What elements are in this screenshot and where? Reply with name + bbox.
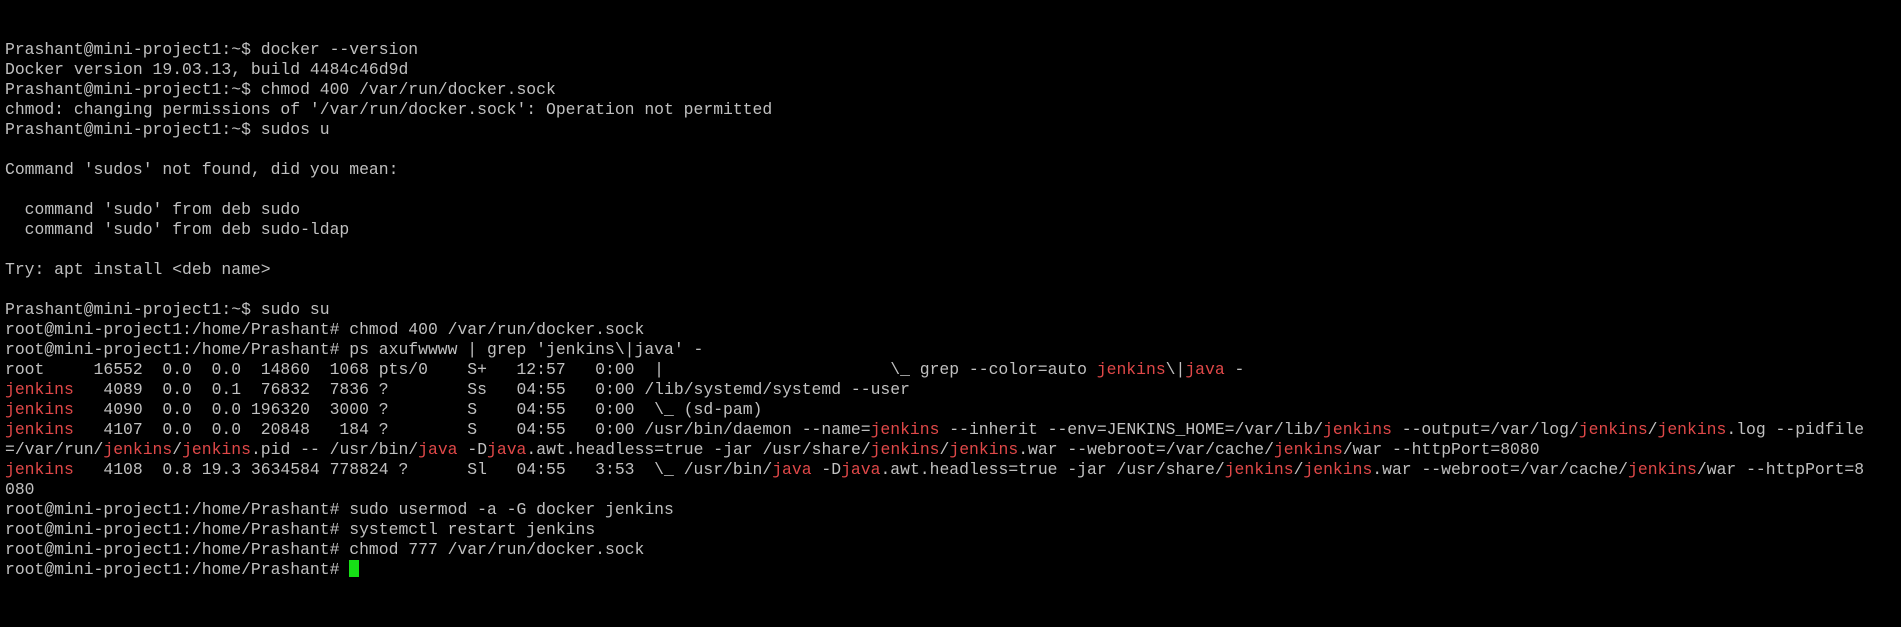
- terminal-text: Prashant@mini-project1:~$ sudos u: [5, 120, 330, 139]
- terminal-line: Prashant@mini-project1:~$ docker --versi…: [5, 40, 1901, 60]
- grep-match-text: jenkins: [1303, 460, 1373, 479]
- grep-match-text: java: [1185, 360, 1225, 379]
- grep-match-text: jenkins: [5, 460, 74, 479]
- terminal-text: 4090 0.0 0.0 196320 3000 ? S 04:55 0:00 …: [73, 400, 763, 419]
- terminal-line: command 'sudo' from deb sudo-ldap: [5, 220, 1901, 240]
- terminal-text: =/var/run/: [5, 440, 104, 459]
- terminal-text: 4107 0.0 0.0 20848 184 ? S 04:55 0:00 /u…: [73, 420, 871, 439]
- terminal-text: Command 'sudos' not found, did you mean:: [5, 160, 399, 179]
- terminal-text: .log --pidfile: [1726, 420, 1865, 439]
- terminal-text: root@mini-project1:/home/Prashant# syste…: [5, 520, 596, 539]
- terminal-output: Prashant@mini-project1:~$ docker --versi…: [5, 40, 1901, 580]
- grep-match-text: java: [487, 440, 527, 459]
- terminal-line: Prashant@mini-project1:~$ sudos u: [5, 120, 1901, 140]
- grep-match-text: jenkins: [1273, 440, 1343, 459]
- terminal-line: Prashant@mini-project1:~$ sudo su: [5, 300, 1901, 320]
- terminal-text: .war --webroot=/var/cache/: [1372, 460, 1629, 479]
- grep-match-text: jenkins: [1657, 420, 1727, 439]
- terminal-text: --output=/var/log/: [1391, 420, 1579, 439]
- terminal-line: jenkins 4089 0.0 0.1 76832 7836 ? Ss 04:…: [5, 380, 1901, 400]
- grep-match-text: jenkins: [5, 420, 74, 439]
- grep-match-text: jenkins: [1578, 420, 1648, 439]
- terminal-text: -D: [457, 440, 488, 459]
- grep-match-text: jenkins: [949, 440, 1019, 459]
- terminal-text: .awt.headless=true -jar /usr/share/: [526, 440, 871, 459]
- terminal-cursor[interactable]: [349, 560, 360, 577]
- terminal-line: root@mini-project1:/home/Prashant# ps ax…: [5, 340, 1901, 360]
- terminal-text: 4089 0.0 0.1 76832 7836 ? Ss 04:55 0:00 …: [73, 380, 910, 399]
- terminal-line: root@mini-project1:/home/Prashant# sudo …: [5, 500, 1901, 520]
- terminal-line: root@mini-project1:/home/Prashant#: [5, 560, 1901, 580]
- terminal-text: chmod: changing permissions of '/var/run…: [5, 100, 773, 119]
- terminal-text: root@mini-project1:/home/Prashant# sudo …: [5, 500, 674, 519]
- terminal-line: jenkins 4090 0.0 0.0 196320 3000 ? S 04:…: [5, 400, 1901, 420]
- terminal-text: root@mini-project1:/home/Prashant#: [5, 560, 350, 579]
- grep-match-text: jenkins: [870, 440, 940, 459]
- terminal-text: Prashant@mini-project1:~$ docker --versi…: [5, 40, 419, 59]
- terminal-text: /: [939, 440, 950, 459]
- grep-match-text: jenkins: [103, 440, 173, 459]
- terminal-text: /war --httpPort=8: [1696, 460, 1865, 479]
- terminal-text: Prashant@mini-project1:~$ sudo su: [5, 300, 330, 319]
- grep-match-text: jenkins: [1323, 420, 1392, 439]
- terminal-line: root 16552 0.0 0.0 14860 1068 pts/0 S+ 1…: [5, 360, 1901, 380]
- terminal-text: root@mini-project1:/home/Prashant# chmod…: [5, 540, 645, 559]
- grep-match-text: jenkins: [1224, 460, 1294, 479]
- terminal-text: 4108 0.8 19.3 3634584 778824 ? Sl 04:55 …: [73, 460, 773, 479]
- grep-match-text: jenkins: [870, 420, 940, 439]
- grep-match-text: jenkins: [1628, 460, 1697, 479]
- terminal-text: Prashant@mini-project1:~$ chmod 400 /var…: [5, 80, 556, 99]
- grep-match-text: java: [841, 460, 881, 479]
- grep-match-text: java: [772, 460, 812, 479]
- terminal-window[interactable]: Prashant@mini-project1:~$ docker --versi…: [0, 0, 1901, 627]
- terminal-text: Try: apt install <deb name>: [5, 260, 271, 279]
- terminal-text: root@mini-project1:/home/Prashant# chmod…: [5, 320, 645, 339]
- terminal-text: command 'sudo' from deb sudo-ldap: [5, 220, 350, 239]
- terminal-line: 080: [5, 480, 1901, 500]
- terminal-text: .war --webroot=/var/cache/: [1018, 440, 1274, 459]
- terminal-line: jenkins 4107 0.0 0.0 20848 184 ? S 04:55…: [5, 420, 1901, 440]
- terminal-text: root 16552 0.0 0.0 14860 1068 pts/0 S+ 1…: [5, 360, 1097, 379]
- grep-match-text: java: [418, 440, 458, 459]
- terminal-text: 080: [5, 480, 35, 499]
- grep-match-text: jenkins: [5, 380, 74, 399]
- terminal-line: root@mini-project1:/home/Prashant# chmod…: [5, 320, 1901, 340]
- terminal-line: =/var/run/jenkins/jenkins.pid -- /usr/bi…: [5, 440, 1901, 460]
- terminal-text: \|: [1165, 360, 1186, 379]
- terminal-line: jenkins 4108 0.8 19.3 3634584 778824 ? S…: [5, 460, 1901, 480]
- terminal-line: Docker version 19.03.13, build 4484c46d9…: [5, 60, 1901, 80]
- terminal-line: chmod: changing permissions of '/var/run…: [5, 100, 1901, 120]
- terminal-text: root@mini-project1:/home/Prashant# ps ax…: [5, 340, 704, 359]
- terminal-text: .awt.headless=true -jar /usr/share/: [880, 460, 1225, 479]
- terminal-text: -: [1224, 360, 1245, 379]
- terminal-text: /war --httpPort=8080: [1342, 440, 1540, 459]
- terminal-text: .pid -- /usr/bin/: [250, 440, 419, 459]
- terminal-text: /: [1293, 460, 1304, 479]
- terminal-text: --inherit --env=JENKINS_HOME=/var/lib/: [939, 420, 1324, 439]
- terminal-text: -D: [811, 460, 842, 479]
- terminal-text: /: [1647, 420, 1658, 439]
- terminal-text: command 'sudo' from deb sudo: [5, 200, 301, 219]
- terminal-line: Prashant@mini-project1:~$ chmod 400 /var…: [5, 80, 1901, 100]
- grep-match-text: jenkins: [182, 440, 251, 459]
- terminal-line: root@mini-project1:/home/Prashant# chmod…: [5, 540, 1901, 560]
- grep-match-text: jenkins: [1096, 360, 1166, 379]
- grep-match-text: jenkins: [5, 400, 74, 419]
- terminal-line: Try: apt install <deb name>: [5, 260, 1901, 280]
- terminal-line: command 'sudo' from deb sudo: [5, 200, 1901, 220]
- terminal-line: root@mini-project1:/home/Prashant# syste…: [5, 520, 1901, 540]
- terminal-text: Docker version 19.03.13, build 4484c46d9…: [5, 60, 409, 79]
- terminal-text: /: [172, 440, 183, 459]
- terminal-line: Command 'sudos' not found, did you mean:: [5, 160, 1901, 180]
